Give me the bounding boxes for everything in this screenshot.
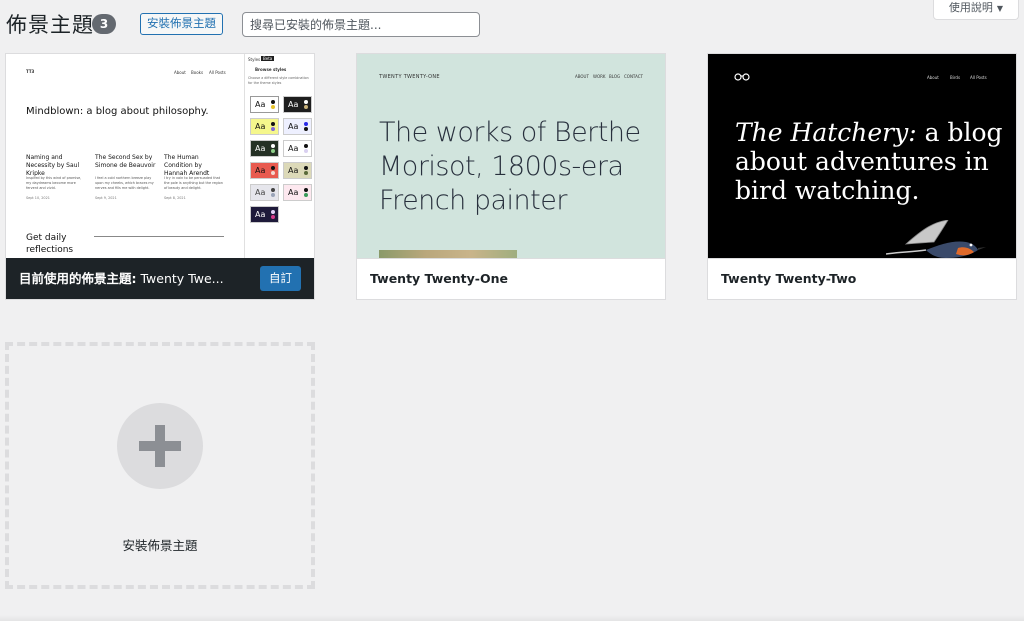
preview-nav-item: BLOG	[609, 74, 621, 79]
styles-panel: Styles Beta Browse styles Choose a diffe…	[244, 54, 314, 260]
swatch-label: Aa	[288, 166, 299, 175]
swatch-dots	[271, 166, 275, 176]
theme-card-twentytwentytwo[interactable]: About Birds All Posts The Hatchery: a bl…	[707, 53, 1017, 300]
customize-button[interactable]: 自訂	[260, 266, 301, 291]
theme-count-badge: 3	[92, 14, 116, 34]
preview-post-excerpt: I feel a cold northern breeze play upon …	[95, 176, 154, 190]
active-theme-bar: 目前使用的佈景主題: Twenty Twe... 自訂	[6, 258, 314, 299]
preview-footer-heading: Get daily reflections	[26, 233, 74, 255]
style-swatch: Aa	[250, 162, 279, 179]
swatch-label: Aa	[255, 144, 266, 153]
swatch-dots	[271, 188, 275, 198]
theme-screenshot[interactable]: TWENTY TWENTY-ONE ABOUT WORK BLOG CONTAC…	[357, 54, 665, 260]
preview-nav-item: ABOUT	[575, 74, 589, 79]
style-swatch: Aa	[283, 184, 312, 201]
swatch-label: Aa	[288, 144, 299, 153]
preview-post-date: Sept 8, 2021	[164, 196, 186, 200]
caret-down-icon: ▼	[996, 4, 1004, 13]
style-swatch: Aa	[250, 118, 279, 135]
preview-post-title: The Human Condition by Hannah Arendt	[164, 154, 210, 177]
style-swatch: Aa	[283, 162, 312, 179]
preview-hero: Mindblown: a blog about philosophy.	[26, 106, 209, 117]
preview-post-excerpt: I try in vain to be persuaded that the p…	[164, 176, 223, 190]
style-swatch: Aa	[283, 118, 312, 135]
search-input[interactable]	[242, 12, 480, 37]
preview-divider	[94, 236, 224, 237]
theme-screenshot[interactable]: About Birds All Posts The Hatchery: a bl…	[708, 54, 1016, 260]
preview-hero-italic: The Hatchery:	[735, 118, 917, 147]
theme-name: Twenty Twenty-One	[357, 258, 665, 299]
page-title: 佈景主題	[6, 13, 94, 37]
style-swatch: Aa	[250, 140, 279, 157]
swatch-dots	[304, 122, 308, 132]
theme-card-active[interactable]: TT3 About Books All Posts Mindblown: a b…	[5, 53, 315, 300]
style-swatch: Aa	[250, 206, 279, 223]
swatch-dots	[271, 144, 275, 154]
add-theme-button[interactable]: 安裝佈景主題	[140, 13, 223, 35]
styles-heading: Browse styles	[255, 67, 287, 72]
preview-site-title: TWENTY TWENTY-ONE	[379, 74, 440, 80]
styles-description: Choose a different style combination for…	[248, 76, 309, 85]
active-theme-prefix: 目前使用的佈景主題:	[19, 271, 137, 286]
help-tab-label: 使用說明	[948, 1, 993, 14]
preview-site-title: TT3	[26, 69, 35, 74]
binoculars-logo-icon	[734, 73, 750, 81]
preview-nav-item: All Posts	[209, 70, 226, 75]
theme-card-twentytwentyone[interactable]: TWENTY TWENTY-ONE ABOUT WORK BLOG CONTAC…	[356, 53, 666, 300]
swatch-label: Aa	[255, 100, 266, 109]
preview-nav-item: Birds	[950, 75, 961, 80]
swatch-dots	[271, 122, 275, 132]
swatch-label: Aa	[288, 122, 299, 131]
plus-icon	[117, 403, 203, 489]
styles-tab: Styles	[248, 57, 261, 62]
preview-nav-item: WORK	[593, 74, 606, 79]
swatch-label: Aa	[288, 100, 299, 109]
swatch-dots	[271, 100, 275, 110]
style-swatch: Aa	[283, 96, 312, 113]
swatch-label: Aa	[288, 188, 299, 197]
theme-screenshot[interactable]: TT3 About Books All Posts Mindblown: a b…	[6, 54, 314, 260]
preview-nav-item: About	[174, 70, 186, 75]
swatch-dots	[304, 100, 308, 110]
preview-post-title: Naming and Necessity by Saul Kripke	[26, 154, 80, 177]
swatch-dots	[304, 144, 308, 154]
swatch-dots	[304, 166, 308, 176]
preview-nav-item: All Posts	[970, 75, 987, 80]
preview-post-date: Sept 9, 2021	[95, 196, 117, 200]
active-theme-name: Twenty Twe...	[140, 271, 224, 286]
style-swatch: Aa	[283, 140, 312, 157]
add-new-theme-tile[interactable]: 安裝佈景主題	[5, 342, 315, 589]
swatch-label: Aa	[255, 188, 266, 197]
style-swatch: Aa	[250, 96, 279, 113]
preview-post-excerpt: Inspired by this wind of promise, my day…	[26, 176, 82, 190]
preview-hero: The works of Berthe Morisot, 1800s-era F…	[379, 117, 641, 216]
swatch-dots	[271, 210, 275, 220]
bird-illustration	[886, 220, 986, 258]
swatch-label: Aa	[255, 166, 266, 175]
preview-nav-item: CONTACT	[624, 74, 643, 79]
preview-post-date: Sept 10, 2021	[26, 196, 50, 200]
add-new-theme-label: 安裝佈景主題	[122, 538, 198, 553]
style-swatch: Aa	[250, 184, 279, 201]
tt3-preview: TT3 About Books All Posts Mindblown: a b…	[6, 54, 244, 260]
swatch-label: Aa	[255, 122, 266, 131]
swatch-dots	[304, 188, 308, 198]
beta-tab: Beta	[261, 56, 275, 61]
help-tab[interactable]: 使用說明 ▼	[933, 0, 1019, 20]
swatch-label: Aa	[255, 210, 266, 219]
preview-post-title: The Second Sex by Simone de Beauvoir	[95, 154, 156, 169]
bottom-edge	[0, 615, 1024, 621]
theme-name: Twenty Twenty-Two	[708, 258, 1016, 299]
preview-nav-item: About	[927, 75, 939, 80]
preview-nav-item: Books	[191, 70, 204, 75]
preview-hero: The Hatchery: a blog about adventures in…	[735, 118, 1005, 205]
